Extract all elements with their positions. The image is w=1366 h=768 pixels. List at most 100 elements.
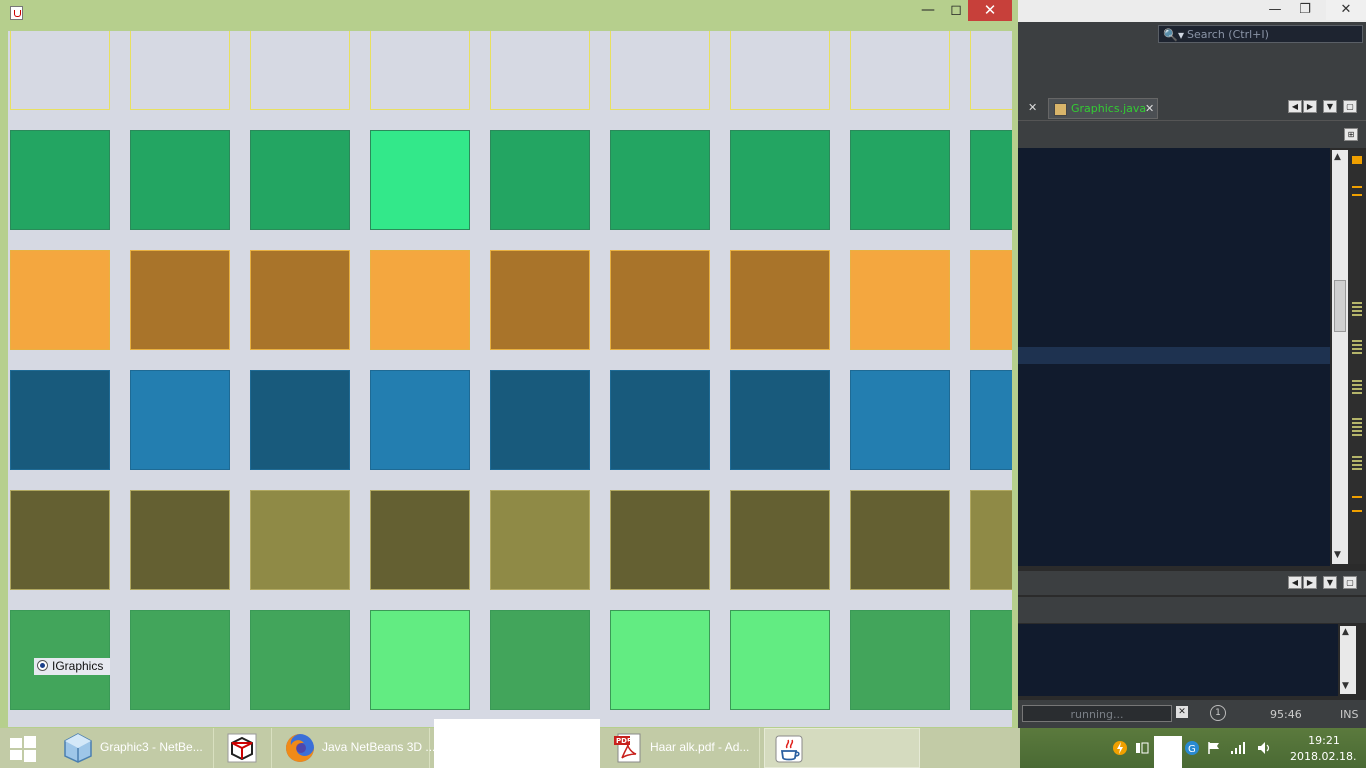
color-tile (490, 490, 590, 590)
insert-mode-indicator: INS (1340, 708, 1359, 721)
cancel-task-icon[interactable]: ✕ (1176, 706, 1188, 718)
tray-blank-area (1154, 736, 1182, 768)
taskbar: Graphic3 - NetBe... Java NetBeans 3D ...… (0, 719, 1366, 768)
color-tile (490, 370, 590, 470)
color-tile (490, 250, 590, 350)
network-device-icon[interactable] (1134, 740, 1150, 756)
maximize-window-icon[interactable]: ▢ (1343, 576, 1357, 589)
lightning-icon[interactable] (1112, 740, 1128, 756)
notifications-icon[interactable]: 1 (1210, 705, 1226, 721)
color-tile (130, 370, 230, 470)
volume-icon[interactable] (1256, 740, 1272, 756)
ide-status-bar: running... ✕ 1 95:46 INS (1018, 700, 1366, 728)
ide-editor-toolbar: ⊞ (1018, 121, 1366, 148)
update-icon[interactable]: G (1184, 740, 1200, 756)
color-tile (130, 31, 230, 110)
firefox-icon (286, 734, 314, 762)
progress-bar[interactable]: running... (1022, 705, 1172, 722)
output-console[interactable] (1018, 624, 1338, 696)
java-app-icon[interactable] (10, 6, 23, 20)
scroll-up-icon[interactable]: ▲ (1334, 152, 1341, 162)
minimize-button[interactable]: — (914, 0, 942, 21)
current-line-highlight (1018, 347, 1330, 364)
ide-search-input[interactable]: 🔍▾ Search (Ctrl+I) (1158, 25, 1363, 43)
scroll-down-icon[interactable]: ▼ (1342, 681, 1349, 691)
clock-date[interactable]: 2018.02.18. (1290, 750, 1356, 763)
color-tile (850, 370, 950, 470)
color-tile (10, 370, 110, 470)
scroll-tabs-right-icon[interactable]: ▶ (1303, 100, 1317, 113)
color-tile (130, 610, 230, 710)
scroll-down-icon[interactable]: ▼ (1334, 550, 1341, 560)
close-tab-icon[interactable]: ✕ (1145, 99, 1154, 118)
color-tile (850, 130, 950, 230)
app-title-bar[interactable]: — ◻ ✕ (0, 0, 1018, 24)
tab-graphics-java[interactable]: Graphics.java ✕ (1048, 98, 1158, 119)
scroll-tabs-left-icon[interactable]: ◀ (1288, 100, 1302, 113)
color-tile (250, 130, 350, 230)
show-opened-documents-icon[interactable]: ▼ (1323, 100, 1337, 113)
color-tile (490, 31, 590, 110)
igraphics-label: IGraphics (52, 659, 104, 673)
color-tile (850, 610, 950, 710)
scroll-tabs-left-icon[interactable]: ◀ (1288, 576, 1302, 589)
ide-maximize-button[interactable]: ❐ (1288, 0, 1322, 20)
color-tile (250, 490, 350, 590)
taskbar-item-netbeans[interactable]: Graphic3 - NetBe... (54, 728, 214, 768)
color-tile (610, 250, 710, 350)
taskbar-item-label: Graphic3 - NetBe... (100, 740, 203, 754)
color-tile (10, 31, 110, 110)
taskbar-item-virtualbox[interactable] (216, 728, 272, 768)
show-opened-documents-icon[interactable]: ▼ (1323, 576, 1337, 589)
cursor-position: 95:46 (1270, 708, 1302, 721)
code-editor[interactable] (1018, 148, 1330, 566)
scroll-up-icon[interactable]: ▲ (1342, 627, 1349, 637)
netbeans-icon (64, 733, 92, 763)
close-button[interactable]: ✕ (968, 0, 1012, 21)
pdf-icon: PDF (614, 733, 641, 763)
start-button[interactable] (6, 736, 40, 762)
netbeans-ide-window: — ❐ ✕ 🔍▾ Search (Ctrl+I) ✕ Graphics.java… (1018, 0, 1366, 728)
scrollbar-thumb[interactable] (1334, 280, 1346, 332)
taskbar-item-pdf[interactable]: PDF Haar alk.pdf - Ad... (604, 728, 760, 768)
color-tile (130, 490, 230, 590)
editor-vertical-scrollbar[interactable]: ▲ ▼ (1332, 150, 1348, 564)
search-icon: 🔍▾ (1163, 28, 1184, 42)
java-file-icon (1054, 103, 1067, 116)
scroll-tabs-right-icon[interactable]: ▶ (1303, 576, 1317, 589)
color-tile (370, 31, 470, 110)
ide-minimize-button[interactable]: — (1258, 0, 1292, 20)
signal-strength-icon[interactable] (1230, 740, 1246, 756)
color-tile (10, 250, 110, 350)
graphics-canvas[interactable]: IGraphics (8, 31, 1012, 727)
color-tile (730, 610, 830, 710)
split-window-icon[interactable]: ⊞ (1344, 128, 1358, 141)
ide-title-bar: — ❐ ✕ (1018, 0, 1366, 22)
maximize-button[interactable]: ◻ (942, 0, 970, 21)
color-tile (970, 490, 1012, 590)
svg-text:PDF: PDF (616, 737, 632, 745)
color-tile (610, 610, 710, 710)
virtualbox-icon (227, 733, 257, 763)
color-tile (610, 31, 710, 110)
taskbar-item-firefox[interactable]: Java NetBeans 3D ... (276, 728, 435, 768)
system-tray: G 19:21 2018.02.18. (1110, 728, 1366, 768)
close-tab-icon[interactable]: ✕ (1028, 101, 1037, 114)
color-tile (850, 490, 950, 590)
color-tile (730, 250, 830, 350)
progress-status-text: running... (1070, 708, 1124, 721)
action-center-flag-icon[interactable] (1206, 740, 1222, 756)
tab-label: Graphics.java (1071, 102, 1147, 115)
color-tile (970, 610, 1012, 710)
ide-close-button[interactable]: ✕ (1326, 0, 1366, 20)
ide-search-bar: 🔍▾ Search (Ctrl+I) (1018, 22, 1366, 48)
maximize-window-icon[interactable]: ▢ (1343, 100, 1357, 113)
color-tile (250, 31, 350, 110)
taskbar-item-blank[interactable] (434, 719, 600, 768)
igraphics-radio-button[interactable]: IGraphics (34, 658, 110, 675)
output-vertical-scrollbar[interactable]: ▲ ▼ (1340, 626, 1356, 694)
color-tile (730, 31, 830, 110)
taskbar-item-label: Haar alk.pdf - Ad... (650, 740, 750, 754)
taskbar-item-java[interactable] (764, 728, 920, 768)
clock-time[interactable]: 19:21 (1306, 734, 1342, 747)
